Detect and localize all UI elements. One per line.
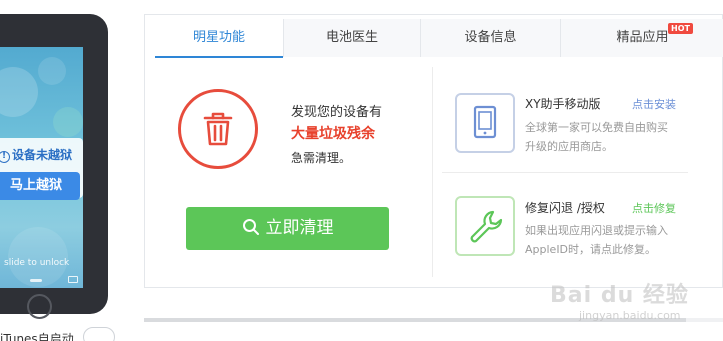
camera-icon (68, 276, 78, 283)
wrench-icon[interactable] (455, 196, 515, 256)
app-window: ! 设备未越狱 马上越狱 slide to unlock iTunes自启动 明星… (0, 0, 723, 341)
tab-featured-apps-label: 精品应用 (616, 30, 669, 45)
xy-assistant-desc: 全球第一家可以免费自由购买 升级的应用商店。 (525, 118, 690, 156)
horizontal-divider (442, 172, 688, 173)
cleanup-text-line1: 发现您的设备有 (291, 105, 383, 120)
vertical-divider (432, 67, 433, 277)
phone-preview: ! 设备未越狱 马上越狱 slide to unlock (0, 14, 108, 319)
tab-device-info[interactable]: 设备信息 (420, 19, 560, 57)
unlock-chevron-icon (30, 279, 42, 282)
tab-battery-doctor[interactable]: 电池医生 (283, 19, 420, 57)
jailbreak-card: ! 设备未越狱 马上越狱 (0, 138, 83, 200)
phone-lock-screen: ! 设备未越狱 马上越狱 slide to unlock (0, 47, 83, 288)
hot-badge: HOT (668, 23, 693, 34)
search-icon (242, 219, 259, 235)
clean-now-label: 立即清理 (265, 218, 334, 238)
tab-bar: 明星功能 电池医生 设备信息 精品应用 HOT (155, 19, 723, 58)
itunes-autostart-toggle[interactable] (83, 327, 115, 341)
baidu-watermark-url: jingyan.baidu.com (579, 309, 681, 322)
main-panel: 明星功能 电池医生 设备信息 精品应用 HOT 发现您的设备有 大量垃圾残余 急 (144, 14, 723, 288)
repair-crash-desc-line1: 如果出现应用闪退或提示输入 (525, 224, 668, 237)
home-button-icon (27, 294, 52, 319)
xy-assistant-desc-line2: 升级的应用商店。 (525, 140, 613, 153)
cleanup-text-highlight: 大量垃圾残余 (291, 126, 375, 142)
slide-to-unlock-text: slide to unlock (4, 258, 70, 268)
exclamation-icon: ! (0, 151, 10, 163)
repair-crash-desc: 如果出现应用闪退或提示输入 AppleID时，请点此修复。 (525, 221, 690, 259)
install-link[interactable]: 点击安装 (632, 96, 676, 112)
jailbreak-button[interactable]: 马上越狱 (0, 172, 80, 200)
xy-assistant-desc-line1: 全球第一家可以免费自由购买 (525, 121, 668, 134)
repair-crash-desc-line2: AppleID时，请点此修复。 (525, 243, 657, 256)
tablet-icon[interactable] (455, 93, 515, 153)
tab-star-features[interactable]: 明星功能 (155, 19, 283, 58)
clean-now-button[interactable]: 立即清理 (186, 207, 389, 250)
xy-assistant-title: XY助手移动版 (525, 97, 601, 111)
trash-icon (178, 89, 258, 169)
itunes-autostart-label: iTunes自启动 (0, 332, 74, 341)
baidu-watermark: Bai du 经验 (550, 283, 689, 308)
jailbreak-status: ! 设备未越狱 (0, 146, 72, 163)
repair-link[interactable]: 点击修复 (632, 200, 676, 216)
tab-featured-apps[interactable]: 精品应用 (560, 19, 723, 57)
repair-crash-title: 修复闪退 /授权 (525, 201, 605, 215)
cleanup-text-line3: 急需清理。 (291, 151, 352, 165)
